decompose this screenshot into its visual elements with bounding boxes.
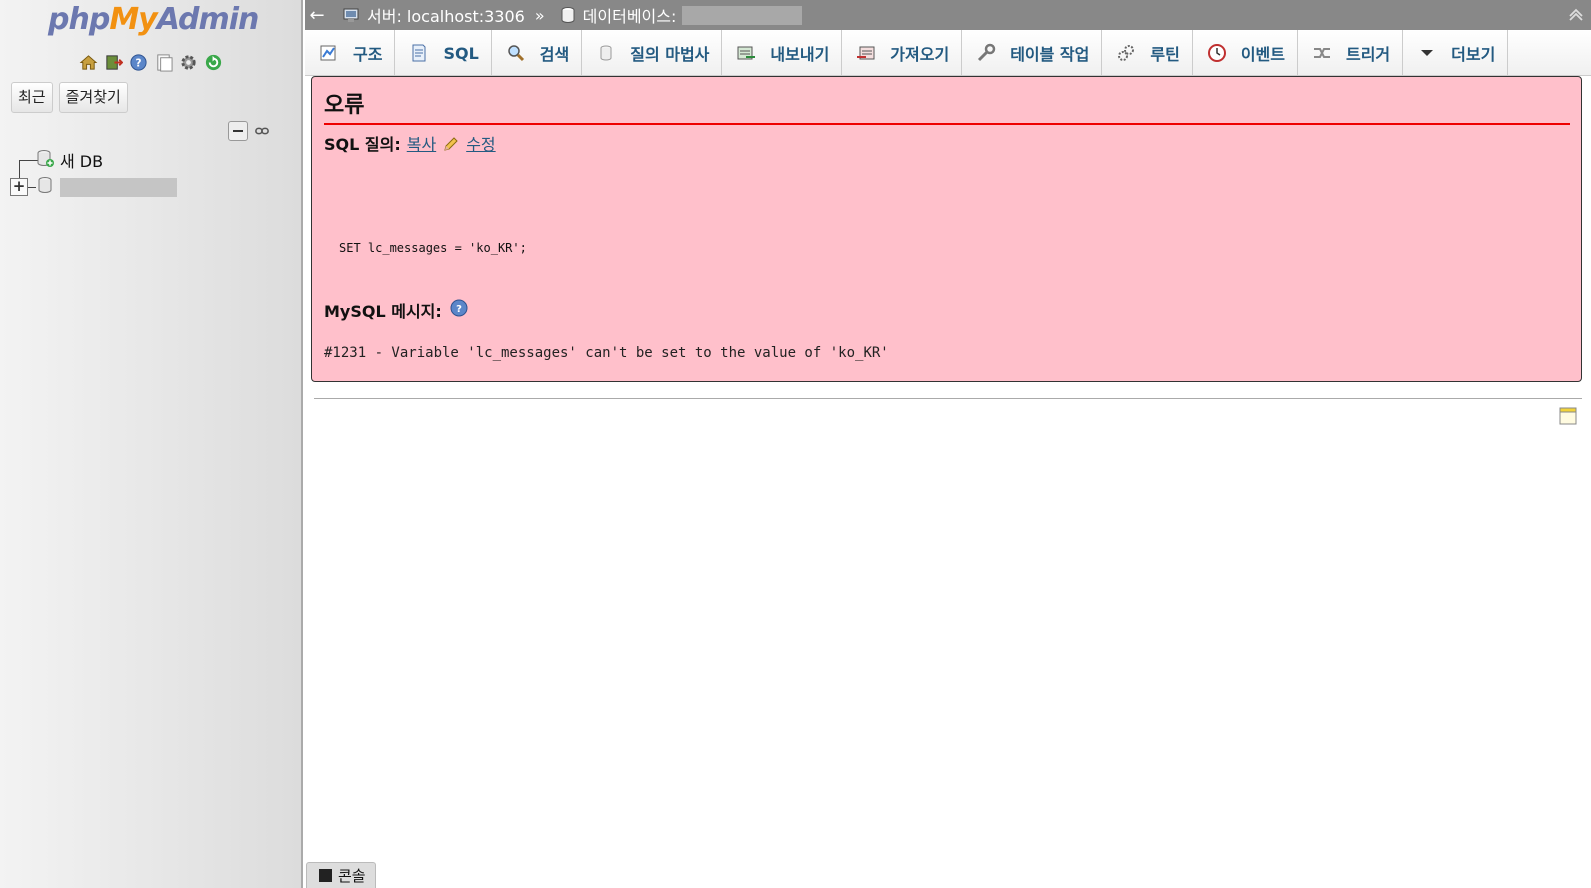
server-label: 서버: localhost:3306: [367, 7, 525, 26]
sql-query-row: SQL 질의: 복사 수정: [324, 131, 496, 155]
database-icon: [561, 7, 575, 23]
database-name-redacted: [60, 177, 177, 197]
link-icon[interactable]: [252, 121, 272, 141]
tree-connector: [28, 186, 36, 188]
mysql-message-label: MySQL 메시지:: [324, 302, 442, 321]
tree-item-database[interactable]: +: [10, 176, 177, 198]
notes-icon[interactable]: [1558, 406, 1578, 426]
docs-icon[interactable]: [153, 52, 174, 73]
tab-query[interactable]: 질의 마법사: [582, 30, 723, 76]
tab-events[interactable]: 이벤트: [1193, 30, 1298, 76]
tab-label: 트리거: [1345, 45, 1391, 64]
breadcrumb-separator: »: [534, 5, 545, 25]
mysql-message-row: MySQL 메시지: ?: [324, 298, 468, 322]
nav-icon-bar: ?: [78, 52, 224, 73]
tab-label: 루틴: [1150, 45, 1180, 64]
settings-icon[interactable]: [178, 52, 199, 73]
events-icon: [1207, 44, 1226, 62]
edit-link[interactable]: 수정: [466, 131, 495, 155]
sql-query-label: SQL 질의:: [324, 135, 401, 154]
tab-export[interactable]: 내보내기: [722, 30, 843, 76]
tab-label: 이벤트: [1240, 45, 1285, 64]
tab-label: 질의 마법사: [630, 45, 710, 64]
logo-admin: Admin: [156, 2, 260, 37]
search-icon: [508, 45, 524, 62]
operations-icon: [978, 43, 996, 62]
error-title: 오류: [324, 87, 1570, 125]
tab-operations[interactable]: 테이블 작업: [962, 30, 1103, 76]
error-panel: 오류 SQL 질의: 복사 수정 SET lc_messages = 'ko_K…: [311, 76, 1582, 382]
tab-label: 테이블 작업: [1010, 45, 1090, 64]
help-icon[interactable]: ?: [128, 52, 149, 73]
svg-text:?: ?: [456, 304, 462, 315]
routines-icon: [1118, 45, 1135, 61]
help-icon[interactable]: ?: [450, 299, 468, 321]
expand-icon[interactable]: +: [10, 178, 28, 196]
breadcrumb: ← 서버: localhost:3306 » 데이터베이스:: [305, 0, 1591, 30]
tab-sql[interactable]: SQL: [395, 30, 492, 76]
back-button[interactable]: ←: [305, 5, 329, 26]
nav-tabs: 최근 즐겨찾기: [11, 82, 128, 113]
sql-code: SET lc_messages = 'ko_KR';: [339, 241, 527, 255]
pencil-icon[interactable]: [442, 133, 460, 153]
breadcrumb-database[interactable]: 데이터베이스:: [559, 3, 677, 27]
favorites-button[interactable]: 즐겨찾기: [58, 82, 128, 113]
svg-text:?: ?: [135, 57, 141, 69]
tree-controls: [228, 121, 272, 141]
home-icon[interactable]: [78, 52, 99, 73]
tab-structure[interactable]: 구조: [305, 30, 396, 76]
import-icon: [857, 46, 875, 60]
server-icon: [343, 8, 359, 22]
tab-import[interactable]: 가져오기: [842, 30, 963, 76]
database-label: 데이터베이스:: [582, 7, 677, 26]
logout-icon[interactable]: [103, 52, 124, 73]
tab-label: 검색: [539, 45, 570, 64]
tab-label: 더보기: [1451, 45, 1496, 64]
logo-my: My: [109, 2, 157, 37]
tab-triggers[interactable]: 트리거: [1298, 30, 1404, 76]
copy-link[interactable]: 복사: [407, 131, 436, 155]
logo-php: php: [48, 2, 110, 37]
recent-button[interactable]: 최근: [11, 82, 53, 113]
phpmyadmin-logo[interactable]: phpMyAdmin: [48, 2, 260, 37]
tab-label: 내보내기: [770, 45, 830, 64]
query-icon: [600, 45, 612, 61]
database-icon: [36, 176, 54, 198]
tab-label: SQL: [443, 43, 479, 63]
tab-label: 가져오기: [890, 45, 950, 64]
console-icon: [319, 869, 332, 882]
sql-icon: [412, 44, 426, 62]
collapse-top-icon[interactable]: [1567, 5, 1585, 23]
database-name-redacted: [682, 5, 803, 25]
reload-icon[interactable]: [203, 52, 224, 73]
mysql-error-message: #1231 - Variable 'lc_messages' can't be …: [324, 345, 889, 361]
divider: [314, 398, 1582, 399]
new-db-label: 새 DB: [60, 152, 104, 171]
more-icon: [1421, 50, 1434, 56]
export-icon: [737, 46, 756, 60]
console-tab[interactable]: 콘솔: [306, 862, 376, 888]
breadcrumb-server[interactable]: 서버: localhost:3306: [343, 3, 525, 27]
console-label: 콘솔: [338, 867, 366, 885]
structure-icon: [320, 45, 336, 61]
tab-more[interactable]: 더보기: [1403, 30, 1509, 76]
triggers-icon: [1313, 48, 1330, 58]
menu-tabs: 구조 SQL 검색 질의 마법사 내보내기 가져오기 테이블 작업 루틴 이벤트…: [305, 30, 1591, 76]
new-database-icon: [36, 149, 54, 171]
tab-routines[interactable]: 루틴: [1102, 30, 1193, 76]
tab-search[interactable]: 검색: [492, 30, 583, 76]
navigation-panel: phpMyAdmin ? 최근 즐겨찾기 새 DB +: [0, 0, 303, 888]
collapse-all-icon[interactable]: [228, 121, 248, 141]
tab-label: 구조: [353, 45, 383, 64]
tree-item-new-db[interactable]: 새 DB: [36, 148, 103, 172]
